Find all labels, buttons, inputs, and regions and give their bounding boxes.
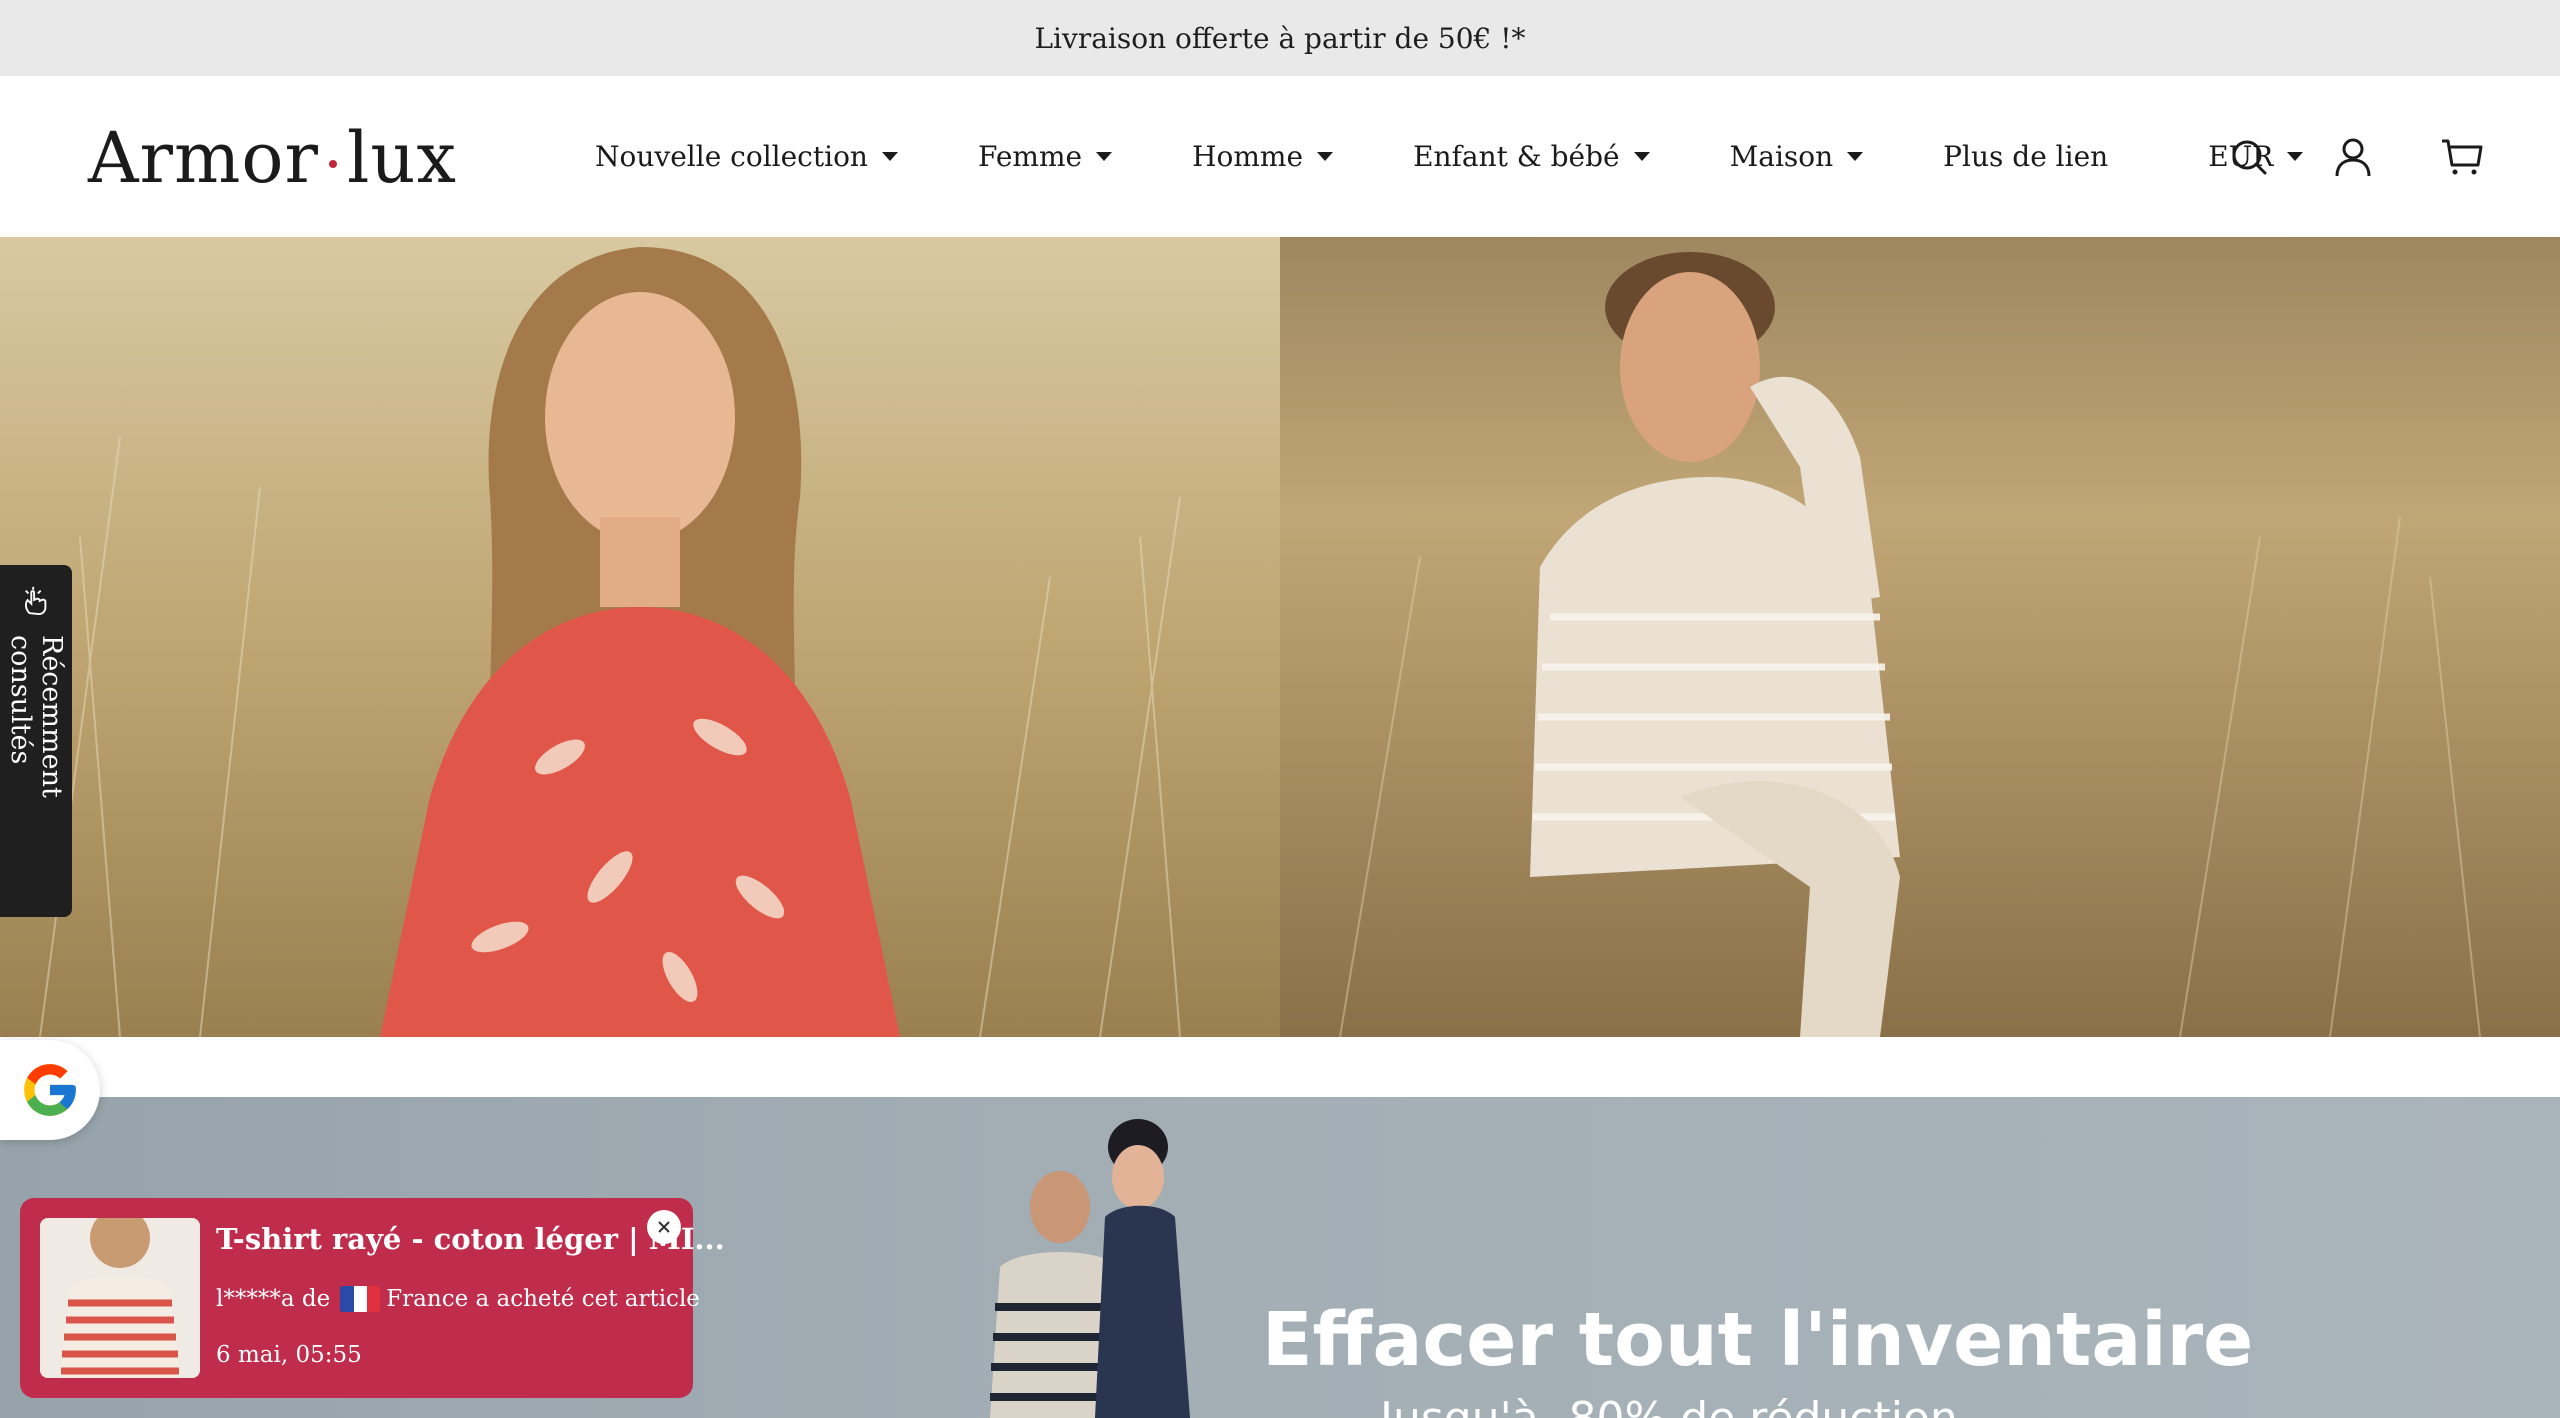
nav-item-label: Plus de lien (1943, 140, 2109, 173)
brand-logo-right: lux (347, 117, 457, 199)
brand-logo-dot (329, 160, 337, 168)
france-flag-icon (340, 1286, 381, 1312)
nav-item-label: Femme (977, 140, 1083, 173)
close-icon (658, 1221, 670, 1233)
account-button[interactable] (2328, 132, 2378, 182)
announcement-text: Livraison offerte à partir de 50€ !* (1034, 21, 1526, 55)
cart-icon (2442, 139, 2483, 175)
recent-purchase-popup[interactable]: T-shirt rayé - coton léger | MI... l****… (20, 1198, 725, 1398)
recently-viewed-tab[interactable]: Récemment consultés (0, 565, 72, 917)
user-icon (2335, 138, 2371, 177)
popup-close-button[interactable] (647, 1210, 681, 1244)
chevron-down-icon (881, 152, 898, 161)
nav-item-homme[interactable]: Homme (1192, 140, 1334, 173)
chevron-down-icon (1317, 152, 1334, 161)
chevron-down-icon (2287, 152, 2304, 161)
search-button[interactable] (2224, 132, 2274, 182)
man-illustration (1280, 237, 2560, 1037)
woman-illustration (0, 237, 1280, 1037)
announcement-bar: Livraison offerte à partir de 50€ !* (0, 0, 2560, 76)
nav-item-plus-de-lien[interactable]: Plus de lien (1943, 140, 2108, 173)
hero-image-women[interactable] (0, 237, 1280, 1037)
promo-subtitle: Jusqu'à -80% de réduction (1380, 1393, 1958, 1418)
nav-item-label: Nouvelle collection (595, 140, 868, 173)
product-thumbnail[interactable] (40, 1218, 200, 1378)
search-icon (2232, 140, 2267, 175)
striped-tshirt-image (40, 1218, 200, 1378)
nav-item-femme[interactable]: Femme (977, 140, 1113, 173)
promo-title: Effacer tout l'inventaire (1262, 1297, 2254, 1383)
chevron-down-icon (1096, 152, 1113, 161)
hero-banner[interactable] (0, 237, 2560, 1037)
popup-buyer-suffix: France a acheté cet article (386, 1286, 700, 1312)
google-reviews-badge[interactable] (0, 1040, 100, 1140)
chevron-down-icon (1633, 152, 1650, 161)
site-header: Armor lux Nouvelle collection Femme Homme… (0, 76, 2560, 237)
nav-item-label: Enfant & bébé (1413, 140, 1620, 173)
brand-logo[interactable]: Armor lux (88, 117, 457, 199)
hand-pointer-icon (24, 586, 47, 616)
popup-buyer-line: l*****a de France a acheté cet article (216, 1286, 700, 1312)
nav-item-label: Maison (1729, 140, 1834, 173)
recently-viewed-label: Récemment consultés (5, 634, 67, 798)
nav-item-maison[interactable]: Maison (1730, 140, 1864, 173)
google-icon (24, 1064, 76, 1116)
nav-item-nouvelle-collection[interactable]: Nouvelle collection (595, 140, 898, 173)
nav-item-enfant-bebe[interactable]: Enfant & bébé (1413, 140, 1650, 173)
brand-logo-left: Armor (88, 117, 319, 199)
hero-image-men[interactable] (1280, 237, 2560, 1037)
popup-timestamp: 6 mai, 05:55 (216, 1342, 362, 1368)
nav-item-label: Homme (1192, 140, 1304, 173)
popup-buyer-prefix: l*****a de (216, 1286, 331, 1312)
cart-button[interactable] (2437, 132, 2487, 182)
main-nav: Nouvelle collection Femme Homme Enfant &… (595, 76, 2304, 237)
chevron-down-icon (1847, 152, 1864, 161)
